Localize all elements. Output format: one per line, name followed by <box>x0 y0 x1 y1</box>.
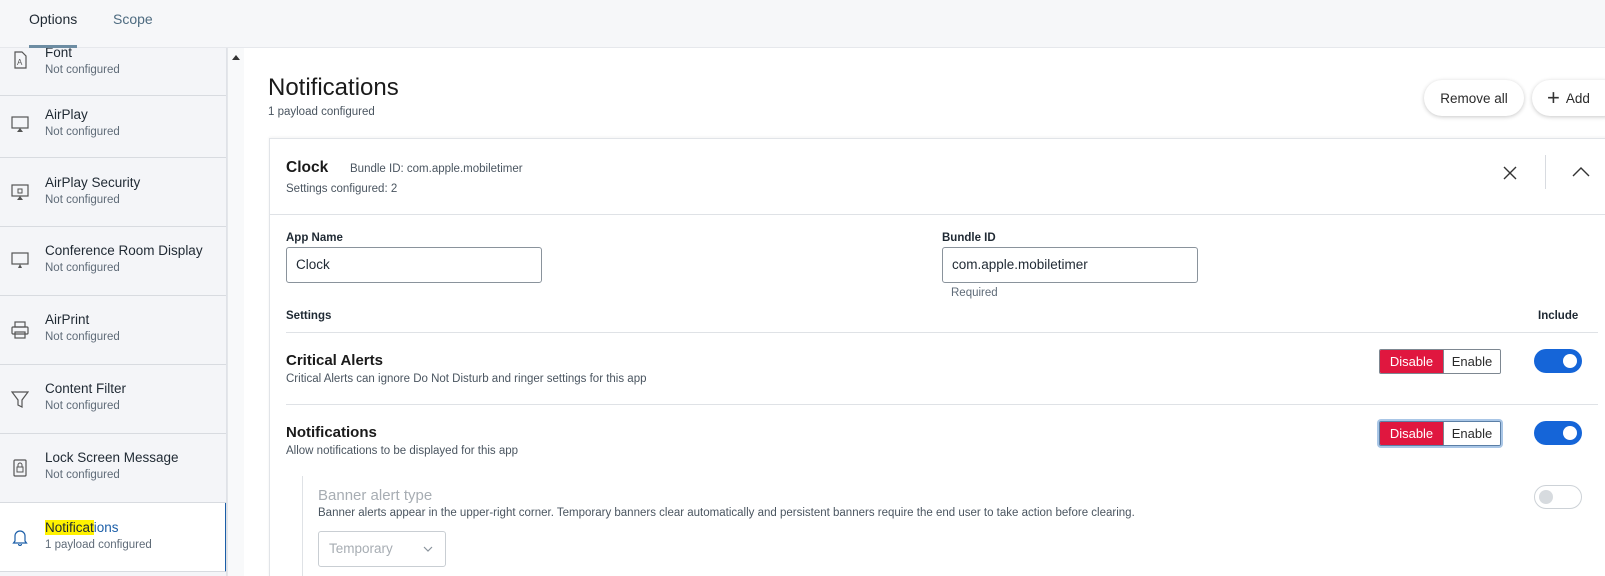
critical-alerts-title: Critical Alerts <box>286 352 383 369</box>
add-button-label: Add <box>1565 90 1590 106</box>
app-name-label: App Name <box>286 232 343 244</box>
sidebar-item-status: Not configured <box>45 469 120 481</box>
include-header: Include <box>1538 310 1579 322</box>
banner-type-select[interactable]: Temporary <box>318 531 446 567</box>
nested-indent-bar <box>302 476 303 576</box>
banner-type-value: Temporary <box>329 541 393 556</box>
filter-icon <box>10 390 30 408</box>
divider <box>286 404 1598 405</box>
required-hint: Required <box>951 287 998 299</box>
notifications-description: Allow notifications to be displayed for … <box>286 445 519 457</box>
chevron-up-icon[interactable] <box>1572 165 1590 179</box>
sidebar-item-status: Not configured <box>45 400 120 412</box>
display-icon <box>11 251 29 269</box>
divider <box>286 332 1598 333</box>
airplay-security-icon <box>11 183 29 201</box>
sidebar-item-content-filter[interactable]: Content Filter Not configured <box>0 365 226 434</box>
sidebar-item-lock-screen-message[interactable]: Lock Screen Message Not configured <box>0 434 226 503</box>
payload-card: Clock Bundle ID: com.apple.mobiletimer S… <box>269 138 1605 576</box>
sidebar-item-status: Not configured <box>45 64 120 76</box>
critical-alerts-include-toggle[interactable] <box>1534 349 1582 373</box>
add-button[interactable]: + Add <box>1532 80 1605 116</box>
notifications-title: Notifications <box>286 424 377 441</box>
printer-icon <box>11 321 29 339</box>
settings-count: Settings configured: 2 <box>286 183 398 195</box>
sidebar-item-label: AirPlay Security <box>45 175 141 190</box>
sidebar-item-notifications[interactable]: Notifications 1 payload configured <box>0 503 226 572</box>
sidebar-item-label: AirPrint <box>45 312 90 327</box>
sidebar-item-airplay-security[interactable]: AirPlay Security Not configured <box>0 158 226 227</box>
chevron-down-icon <box>423 546 433 552</box>
notifications-include-toggle[interactable] <box>1534 421 1582 445</box>
card-bundle-id: Bundle ID: com.apple.mobiletimer <box>350 163 523 175</box>
page-title: Notifications <box>268 74 399 101</box>
sidebar-item-airprint[interactable]: AirPrint Not configured <box>0 296 226 365</box>
tab-scope[interactable]: Scope <box>113 11 153 27</box>
sidebar-item-label: AirPlay <box>45 107 88 122</box>
toggle-knob <box>1563 426 1577 440</box>
bundle-id-label: Bundle ID <box>942 232 996 244</box>
sidebar-item-label: Lock Screen Message <box>45 450 179 465</box>
sidebar-item-status: Not configured <box>45 194 120 206</box>
sidebar-item-airplay[interactable]: AirPlay Not configured <box>0 89 226 158</box>
top-tab-bar: Options Scope <box>0 0 1605 48</box>
page-subtitle: 1 payload configured <box>268 106 375 118</box>
critical-alerts-disable-button[interactable]: Disable <box>1380 350 1443 373</box>
close-icon[interactable] <box>1502 165 1518 181</box>
banner-alert-type-description: Banner alerts appear in the upper-right … <box>318 507 1135 519</box>
header-divider <box>1545 155 1546 189</box>
label-rest: ions <box>93 520 119 535</box>
toggle-knob <box>1563 354 1577 368</box>
critical-alerts-description: Critical Alerts can ignore Do Not Distur… <box>286 373 647 385</box>
banner-alert-type-title: Banner alert type <box>318 487 433 504</box>
bell-icon <box>11 528 29 547</box>
toggle-knob <box>1539 490 1553 504</box>
notifications-enable-button[interactable]: Enable <box>1443 422 1500 445</box>
tab-options[interactable]: Options <box>29 11 77 27</box>
sidebar-item-label: Conference Room Display <box>45 243 203 258</box>
sidebar-item-status: Not configured <box>45 126 120 138</box>
sidebar-item-label: Content Filter <box>45 381 127 396</box>
bundle-id-field[interactable]: com.apple.mobiletimer <box>942 247 1198 283</box>
sidebar-scrollbar[interactable] <box>227 48 244 576</box>
svg-text:A: A <box>17 58 23 67</box>
remove-all-button[interactable]: Remove all <box>1424 80 1524 116</box>
plus-icon: + <box>1547 85 1560 110</box>
scroll-up-arrow-icon[interactable] <box>232 55 240 60</box>
card-header[interactable]: Clock Bundle ID: com.apple.mobiletimer S… <box>270 139 1605 215</box>
font-icon: A <box>11 51 29 69</box>
notifications-segmented: Disable Enable <box>1379 421 1501 446</box>
payload-sidebar: A Font Not configured AirPlay Not config… <box>0 48 227 576</box>
sidebar-item-label: Font <box>45 48 73 60</box>
critical-alerts-segmented: Disable Enable <box>1379 349 1501 374</box>
sidebar-item-conference-room-display[interactable]: Conference Room Display Not configured <box>0 227 226 296</box>
sidebar-item-status: Not configured <box>45 262 120 274</box>
sidebar-item-label: Notifications <box>45 520 119 535</box>
lock-screen-icon <box>11 459 29 477</box>
airplay-icon <box>11 115 29 133</box>
sidebar-item-status: 1 payload configured <box>45 539 152 551</box>
banner-include-toggle[interactable] <box>1534 485 1582 509</box>
sidebar-item-status: Not configured <box>45 331 120 343</box>
settings-header: Settings <box>286 310 332 322</box>
critical-alerts-enable-button[interactable]: Enable <box>1443 350 1500 373</box>
search-highlight: Notificat <box>45 520 94 535</box>
app-name-field[interactable]: Clock <box>286 247 542 283</box>
notifications-disable-button[interactable]: Disable <box>1380 422 1443 445</box>
card-title: Clock <box>286 159 329 176</box>
